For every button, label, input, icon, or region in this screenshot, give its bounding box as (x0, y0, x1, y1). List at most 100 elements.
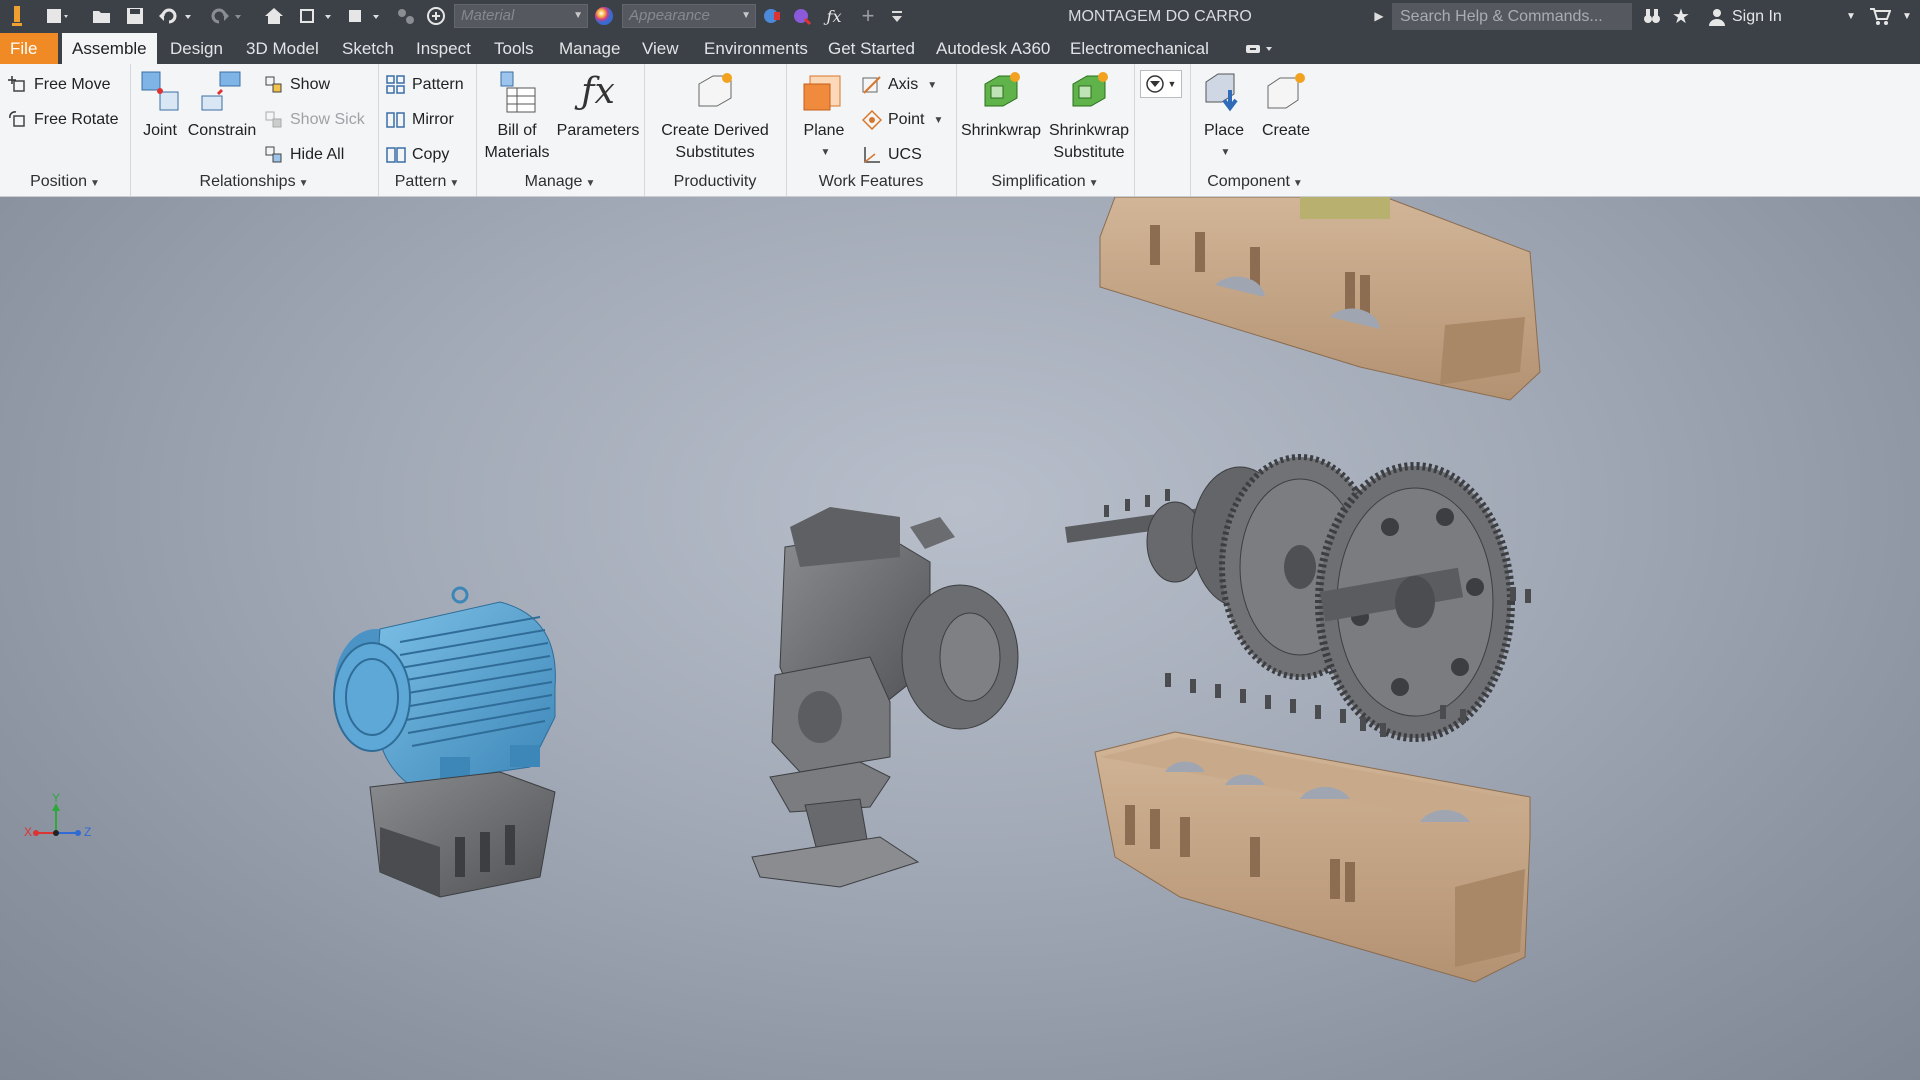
place-dropdown-icon[interactable]: ▼ (1221, 142, 1231, 164)
shrinkwrap-icon (984, 72, 1020, 107)
update-icon[interactable] (424, 5, 448, 27)
tab-inspect[interactable]: Inspect (406, 33, 481, 64)
panel-manage-title[interactable]: Manage ▼ (476, 170, 644, 194)
joint-icon (141, 71, 179, 111)
gearbox-lower-housing[interactable] (1094, 731, 1531, 983)
mirror-button[interactable]: Mirror (386, 107, 454, 133)
panel-pattern-title[interactable]: Pattern ▼ (378, 170, 476, 194)
panel-simplification: Shrinkwrap Shrinkwrap Substitute Simplif… (956, 64, 1135, 196)
measure-icon[interactable] (344, 5, 384, 27)
shrinkwrap-button[interactable]: Shrinkwrap (958, 68, 1044, 142)
binoculars-icon[interactable] (1640, 5, 1664, 27)
panel-productivity: Create Derived Substitutes Productivity (644, 64, 787, 196)
place-component-icon (1205, 73, 1238, 112)
joint-button[interactable]: Joint (138, 68, 182, 142)
app-logo-icon[interactable] (4, 5, 30, 27)
parameters-button[interactable]: ƒx Parameters (556, 68, 640, 142)
ribbon-tabs: File Assemble Design 3D Model Sketch Ins… (0, 33, 1920, 64)
panel-relationships-title[interactable]: Relationships ▼ (130, 170, 378, 194)
redo-icon[interactable] (206, 5, 246, 27)
bill-of-materials-button[interactable]: Bill of Materials (482, 68, 552, 164)
tab-manage[interactable]: Manage (549, 33, 630, 64)
favorites-star-icon[interactable]: ★ (1668, 5, 1694, 28)
tab-3d-model[interactable]: 3D Model (236, 33, 329, 64)
ribbon: Free Move Free Rotate Position ▼ Joint Co… (0, 64, 1920, 197)
home-icon[interactable] (262, 5, 286, 27)
clear-appearance-icon[interactable] (760, 5, 784, 27)
chevron-right-icon[interactable]: ▶ (1372, 5, 1386, 27)
filter-icon (1145, 75, 1164, 93)
panel-relationships: Joint Constrain Show Show Sick Hide All … (130, 64, 379, 196)
axis-button[interactable]: Axis ▼ (862, 72, 937, 98)
brake-pedestal[interactable] (751, 761, 920, 888)
select-mode-icon[interactable] (296, 5, 336, 27)
panel-filter: ▼ (1134, 64, 1191, 196)
copy-button[interactable]: Copy (386, 142, 449, 168)
ribbon-display-toggle-icon[interactable] (1242, 38, 1278, 60)
plane-dropdown-icon[interactable]: ▼ (821, 142, 831, 164)
plus-icon[interactable]: + (856, 3, 880, 28)
panel-simplification-title[interactable]: Simplification ▼ (956, 170, 1134, 194)
ucs-button[interactable]: UCS (862, 142, 922, 168)
point-icon (862, 110, 882, 130)
point-button[interactable]: Point ▼ (862, 107, 943, 133)
hide-all-button[interactable]: Hide All (264, 142, 344, 168)
place-button[interactable]: Place ▼ (1194, 68, 1254, 164)
sign-in-dropdown-icon[interactable]: ▼ (1842, 5, 1860, 27)
material-combo[interactable]: Material ▼ (454, 4, 588, 28)
create-component-button[interactable]: Create (1256, 68, 1316, 142)
shrinkwrap-substitute-icon (1072, 72, 1108, 107)
tab-sketch[interactable]: Sketch (332, 33, 404, 64)
triad-x-label: X (24, 825, 33, 839)
create-component-icon (1267, 73, 1305, 109)
shrinkwrap-substitute-button[interactable]: Shrinkwrap Substitute (1046, 68, 1132, 164)
panel-component-title[interactable]: Component ▼ (1190, 170, 1320, 194)
free-move-button[interactable]: Free Move (8, 72, 110, 98)
graphics-viewport[interactable]: X Y Z (0, 197, 1920, 1080)
sign-in-label: Sign In (1732, 8, 1782, 25)
electric-motor[interactable] (333, 586, 556, 786)
tab-environments[interactable]: Environments (694, 33, 818, 64)
adjust-appearance-icon[interactable] (790, 5, 814, 27)
panel-productivity-title: Productivity (673, 173, 757, 190)
appearance-combo[interactable]: Appearance ▼ (622, 4, 756, 28)
search-input[interactable]: Search Help & Commands... (1392, 3, 1632, 30)
tab-file[interactable]: File (0, 33, 58, 64)
save-icon[interactable] (124, 5, 146, 27)
triad-z-label: Z (84, 825, 92, 839)
constrain-button[interactable]: Constrain (186, 68, 258, 142)
create-derived-substitutes-button[interactable]: Create Derived Substitutes (650, 68, 780, 164)
tab-get-started[interactable]: Get Started (818, 33, 925, 64)
show-sick-button[interactable]: Show Sick (264, 107, 365, 133)
free-rotate-button[interactable]: Free Rotate (8, 107, 118, 133)
open-folder-icon[interactable] (90, 5, 114, 27)
tab-design[interactable]: Design (160, 33, 233, 64)
new-file-icon[interactable] (40, 5, 74, 27)
cart-dropdown-icon[interactable]: ▼ (1900, 5, 1914, 27)
axis-triad-icon (33, 803, 81, 836)
gearbox-upper-housing[interactable] (1099, 197, 1541, 401)
appearance-ball-icon[interactable] (592, 5, 616, 27)
tab-tools[interactable]: Tools (484, 33, 544, 64)
adjust-icon[interactable] (394, 5, 418, 27)
tab-electromechanical[interactable]: Electromechanical (1060, 33, 1219, 64)
cart-icon[interactable] (1866, 5, 1894, 27)
motor-base[interactable] (369, 771, 556, 898)
tab-autodesk-a360[interactable]: Autodesk A360 (926, 33, 1060, 64)
free-move-icon (8, 76, 25, 92)
gear-train-assembly[interactable] (1065, 454, 1515, 742)
pattern-button[interactable]: Pattern (386, 72, 464, 98)
sign-in-button[interactable]: Sign In (1708, 0, 1782, 33)
tab-view[interactable]: View (632, 33, 689, 64)
tab-assemble[interactable]: Assemble (62, 33, 157, 64)
show-button[interactable]: Show (264, 72, 330, 98)
title-bar: Material ▼ Appearance ▼ ƒx + MONTAGEM DO C… (0, 0, 1920, 33)
brake-coupling-assembly[interactable] (771, 507, 1019, 773)
undo-icon[interactable] (156, 5, 196, 27)
fx-icon[interactable]: ƒx (822, 5, 846, 27)
customize-quick-access-icon[interactable] (886, 5, 908, 27)
mirror-icon (386, 112, 405, 128)
filter-dropdown[interactable]: ▼ (1140, 70, 1182, 98)
panel-position-title[interactable]: Position ▼ (0, 170, 130, 194)
plane-button[interactable]: Plane ▼ (796, 68, 852, 164)
